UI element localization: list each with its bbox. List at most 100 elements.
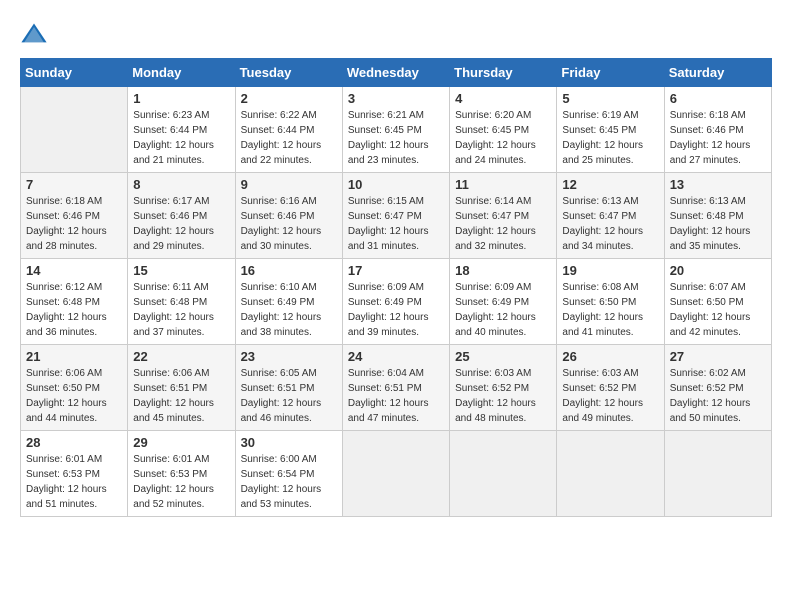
day-number: 28 bbox=[26, 435, 122, 450]
day-number: 16 bbox=[241, 263, 337, 278]
calendar-cell: 29 Sunrise: 6:01 AMSunset: 6:53 PMDaylig… bbox=[128, 431, 235, 517]
day-detail: Sunrise: 6:10 AMSunset: 6:49 PMDaylight:… bbox=[241, 280, 337, 340]
day-detail: Sunrise: 6:09 AMSunset: 6:49 PMDaylight:… bbox=[348, 280, 444, 340]
calendar-cell: 26 Sunrise: 6:03 AMSunset: 6:52 PMDaylig… bbox=[557, 345, 664, 431]
day-detail: Sunrise: 6:01 AMSunset: 6:53 PMDaylight:… bbox=[133, 452, 229, 512]
calendar-cell bbox=[21, 87, 128, 173]
column-header-monday: Monday bbox=[128, 59, 235, 87]
page-header bbox=[20, 20, 772, 48]
day-detail: Sunrise: 6:22 AMSunset: 6:44 PMDaylight:… bbox=[241, 108, 337, 168]
calendar-cell: 19 Sunrise: 6:08 AMSunset: 6:50 PMDaylig… bbox=[557, 259, 664, 345]
calendar-table: SundayMondayTuesdayWednesdayThursdayFrid… bbox=[20, 58, 772, 517]
day-number: 22 bbox=[133, 349, 229, 364]
day-number: 17 bbox=[348, 263, 444, 278]
day-detail: Sunrise: 6:03 AMSunset: 6:52 PMDaylight:… bbox=[455, 366, 551, 426]
day-number: 23 bbox=[241, 349, 337, 364]
calendar-cell: 8 Sunrise: 6:17 AMSunset: 6:46 PMDayligh… bbox=[128, 173, 235, 259]
calendar-cell: 7 Sunrise: 6:18 AMSunset: 6:46 PMDayligh… bbox=[21, 173, 128, 259]
day-detail: Sunrise: 6:19 AMSunset: 6:45 PMDaylight:… bbox=[562, 108, 658, 168]
calendar-cell: 4 Sunrise: 6:20 AMSunset: 6:45 PMDayligh… bbox=[450, 87, 557, 173]
calendar-cell: 11 Sunrise: 6:14 AMSunset: 6:47 PMDaylig… bbox=[450, 173, 557, 259]
calendar-cell: 16 Sunrise: 6:10 AMSunset: 6:49 PMDaylig… bbox=[235, 259, 342, 345]
day-number: 18 bbox=[455, 263, 551, 278]
day-detail: Sunrise: 6:16 AMSunset: 6:46 PMDaylight:… bbox=[241, 194, 337, 254]
day-number: 11 bbox=[455, 177, 551, 192]
day-detail: Sunrise: 6:17 AMSunset: 6:46 PMDaylight:… bbox=[133, 194, 229, 254]
week-row-5: 28 Sunrise: 6:01 AMSunset: 6:53 PMDaylig… bbox=[21, 431, 772, 517]
calendar-cell: 23 Sunrise: 6:05 AMSunset: 6:51 PMDaylig… bbox=[235, 345, 342, 431]
day-detail: Sunrise: 6:23 AMSunset: 6:44 PMDaylight:… bbox=[133, 108, 229, 168]
day-number: 4 bbox=[455, 91, 551, 106]
calendar-cell: 9 Sunrise: 6:16 AMSunset: 6:46 PMDayligh… bbox=[235, 173, 342, 259]
day-number: 19 bbox=[562, 263, 658, 278]
calendar-cell: 28 Sunrise: 6:01 AMSunset: 6:53 PMDaylig… bbox=[21, 431, 128, 517]
column-header-tuesday: Tuesday bbox=[235, 59, 342, 87]
column-header-saturday: Saturday bbox=[664, 59, 771, 87]
day-number: 3 bbox=[348, 91, 444, 106]
week-row-3: 14 Sunrise: 6:12 AMSunset: 6:48 PMDaylig… bbox=[21, 259, 772, 345]
day-number: 14 bbox=[26, 263, 122, 278]
day-number: 1 bbox=[133, 91, 229, 106]
day-detail: Sunrise: 6:15 AMSunset: 6:47 PMDaylight:… bbox=[348, 194, 444, 254]
day-number: 27 bbox=[670, 349, 766, 364]
calendar-cell: 12 Sunrise: 6:13 AMSunset: 6:47 PMDaylig… bbox=[557, 173, 664, 259]
day-detail: Sunrise: 6:04 AMSunset: 6:51 PMDaylight:… bbox=[348, 366, 444, 426]
day-detail: Sunrise: 6:18 AMSunset: 6:46 PMDaylight:… bbox=[670, 108, 766, 168]
logo-icon bbox=[20, 20, 48, 48]
day-detail: Sunrise: 6:13 AMSunset: 6:48 PMDaylight:… bbox=[670, 194, 766, 254]
day-detail: Sunrise: 6:06 AMSunset: 6:50 PMDaylight:… bbox=[26, 366, 122, 426]
day-detail: Sunrise: 6:18 AMSunset: 6:46 PMDaylight:… bbox=[26, 194, 122, 254]
calendar-cell: 10 Sunrise: 6:15 AMSunset: 6:47 PMDaylig… bbox=[342, 173, 449, 259]
calendar-cell: 14 Sunrise: 6:12 AMSunset: 6:48 PMDaylig… bbox=[21, 259, 128, 345]
day-detail: Sunrise: 6:20 AMSunset: 6:45 PMDaylight:… bbox=[455, 108, 551, 168]
day-detail: Sunrise: 6:01 AMSunset: 6:53 PMDaylight:… bbox=[26, 452, 122, 512]
day-number: 21 bbox=[26, 349, 122, 364]
calendar-header-row: SundayMondayTuesdayWednesdayThursdayFrid… bbox=[21, 59, 772, 87]
day-detail: Sunrise: 6:07 AMSunset: 6:50 PMDaylight:… bbox=[670, 280, 766, 340]
day-number: 20 bbox=[670, 263, 766, 278]
day-number: 24 bbox=[348, 349, 444, 364]
calendar-cell bbox=[342, 431, 449, 517]
calendar-cell bbox=[450, 431, 557, 517]
calendar-cell: 3 Sunrise: 6:21 AMSunset: 6:45 PMDayligh… bbox=[342, 87, 449, 173]
day-detail: Sunrise: 6:14 AMSunset: 6:47 PMDaylight:… bbox=[455, 194, 551, 254]
day-number: 6 bbox=[670, 91, 766, 106]
day-detail: Sunrise: 6:03 AMSunset: 6:52 PMDaylight:… bbox=[562, 366, 658, 426]
calendar-cell: 13 Sunrise: 6:13 AMSunset: 6:48 PMDaylig… bbox=[664, 173, 771, 259]
day-number: 2 bbox=[241, 91, 337, 106]
day-number: 7 bbox=[26, 177, 122, 192]
day-number: 12 bbox=[562, 177, 658, 192]
day-detail: Sunrise: 6:13 AMSunset: 6:47 PMDaylight:… bbox=[562, 194, 658, 254]
calendar-cell: 30 Sunrise: 6:00 AMSunset: 6:54 PMDaylig… bbox=[235, 431, 342, 517]
week-row-1: 1 Sunrise: 6:23 AMSunset: 6:44 PMDayligh… bbox=[21, 87, 772, 173]
day-number: 26 bbox=[562, 349, 658, 364]
calendar-cell: 24 Sunrise: 6:04 AMSunset: 6:51 PMDaylig… bbox=[342, 345, 449, 431]
calendar-cell: 25 Sunrise: 6:03 AMSunset: 6:52 PMDaylig… bbox=[450, 345, 557, 431]
calendar-cell: 5 Sunrise: 6:19 AMSunset: 6:45 PMDayligh… bbox=[557, 87, 664, 173]
day-detail: Sunrise: 6:00 AMSunset: 6:54 PMDaylight:… bbox=[241, 452, 337, 512]
day-detail: Sunrise: 6:02 AMSunset: 6:52 PMDaylight:… bbox=[670, 366, 766, 426]
logo bbox=[20, 20, 52, 48]
day-number: 30 bbox=[241, 435, 337, 450]
column-header-sunday: Sunday bbox=[21, 59, 128, 87]
day-number: 25 bbox=[455, 349, 551, 364]
day-number: 9 bbox=[241, 177, 337, 192]
day-number: 8 bbox=[133, 177, 229, 192]
calendar-cell: 2 Sunrise: 6:22 AMSunset: 6:44 PMDayligh… bbox=[235, 87, 342, 173]
calendar-cell: 17 Sunrise: 6:09 AMSunset: 6:49 PMDaylig… bbox=[342, 259, 449, 345]
calendar-cell: 6 Sunrise: 6:18 AMSunset: 6:46 PMDayligh… bbox=[664, 87, 771, 173]
day-detail: Sunrise: 6:12 AMSunset: 6:48 PMDaylight:… bbox=[26, 280, 122, 340]
calendar-cell: 18 Sunrise: 6:09 AMSunset: 6:49 PMDaylig… bbox=[450, 259, 557, 345]
column-header-thursday: Thursday bbox=[450, 59, 557, 87]
day-detail: Sunrise: 6:06 AMSunset: 6:51 PMDaylight:… bbox=[133, 366, 229, 426]
week-row-4: 21 Sunrise: 6:06 AMSunset: 6:50 PMDaylig… bbox=[21, 345, 772, 431]
day-detail: Sunrise: 6:21 AMSunset: 6:45 PMDaylight:… bbox=[348, 108, 444, 168]
day-number: 13 bbox=[670, 177, 766, 192]
day-number: 10 bbox=[348, 177, 444, 192]
calendar-cell: 27 Sunrise: 6:02 AMSunset: 6:52 PMDaylig… bbox=[664, 345, 771, 431]
calendar-cell bbox=[664, 431, 771, 517]
day-number: 15 bbox=[133, 263, 229, 278]
day-detail: Sunrise: 6:11 AMSunset: 6:48 PMDaylight:… bbox=[133, 280, 229, 340]
calendar-cell: 22 Sunrise: 6:06 AMSunset: 6:51 PMDaylig… bbox=[128, 345, 235, 431]
calendar-cell: 21 Sunrise: 6:06 AMSunset: 6:50 PMDaylig… bbox=[21, 345, 128, 431]
